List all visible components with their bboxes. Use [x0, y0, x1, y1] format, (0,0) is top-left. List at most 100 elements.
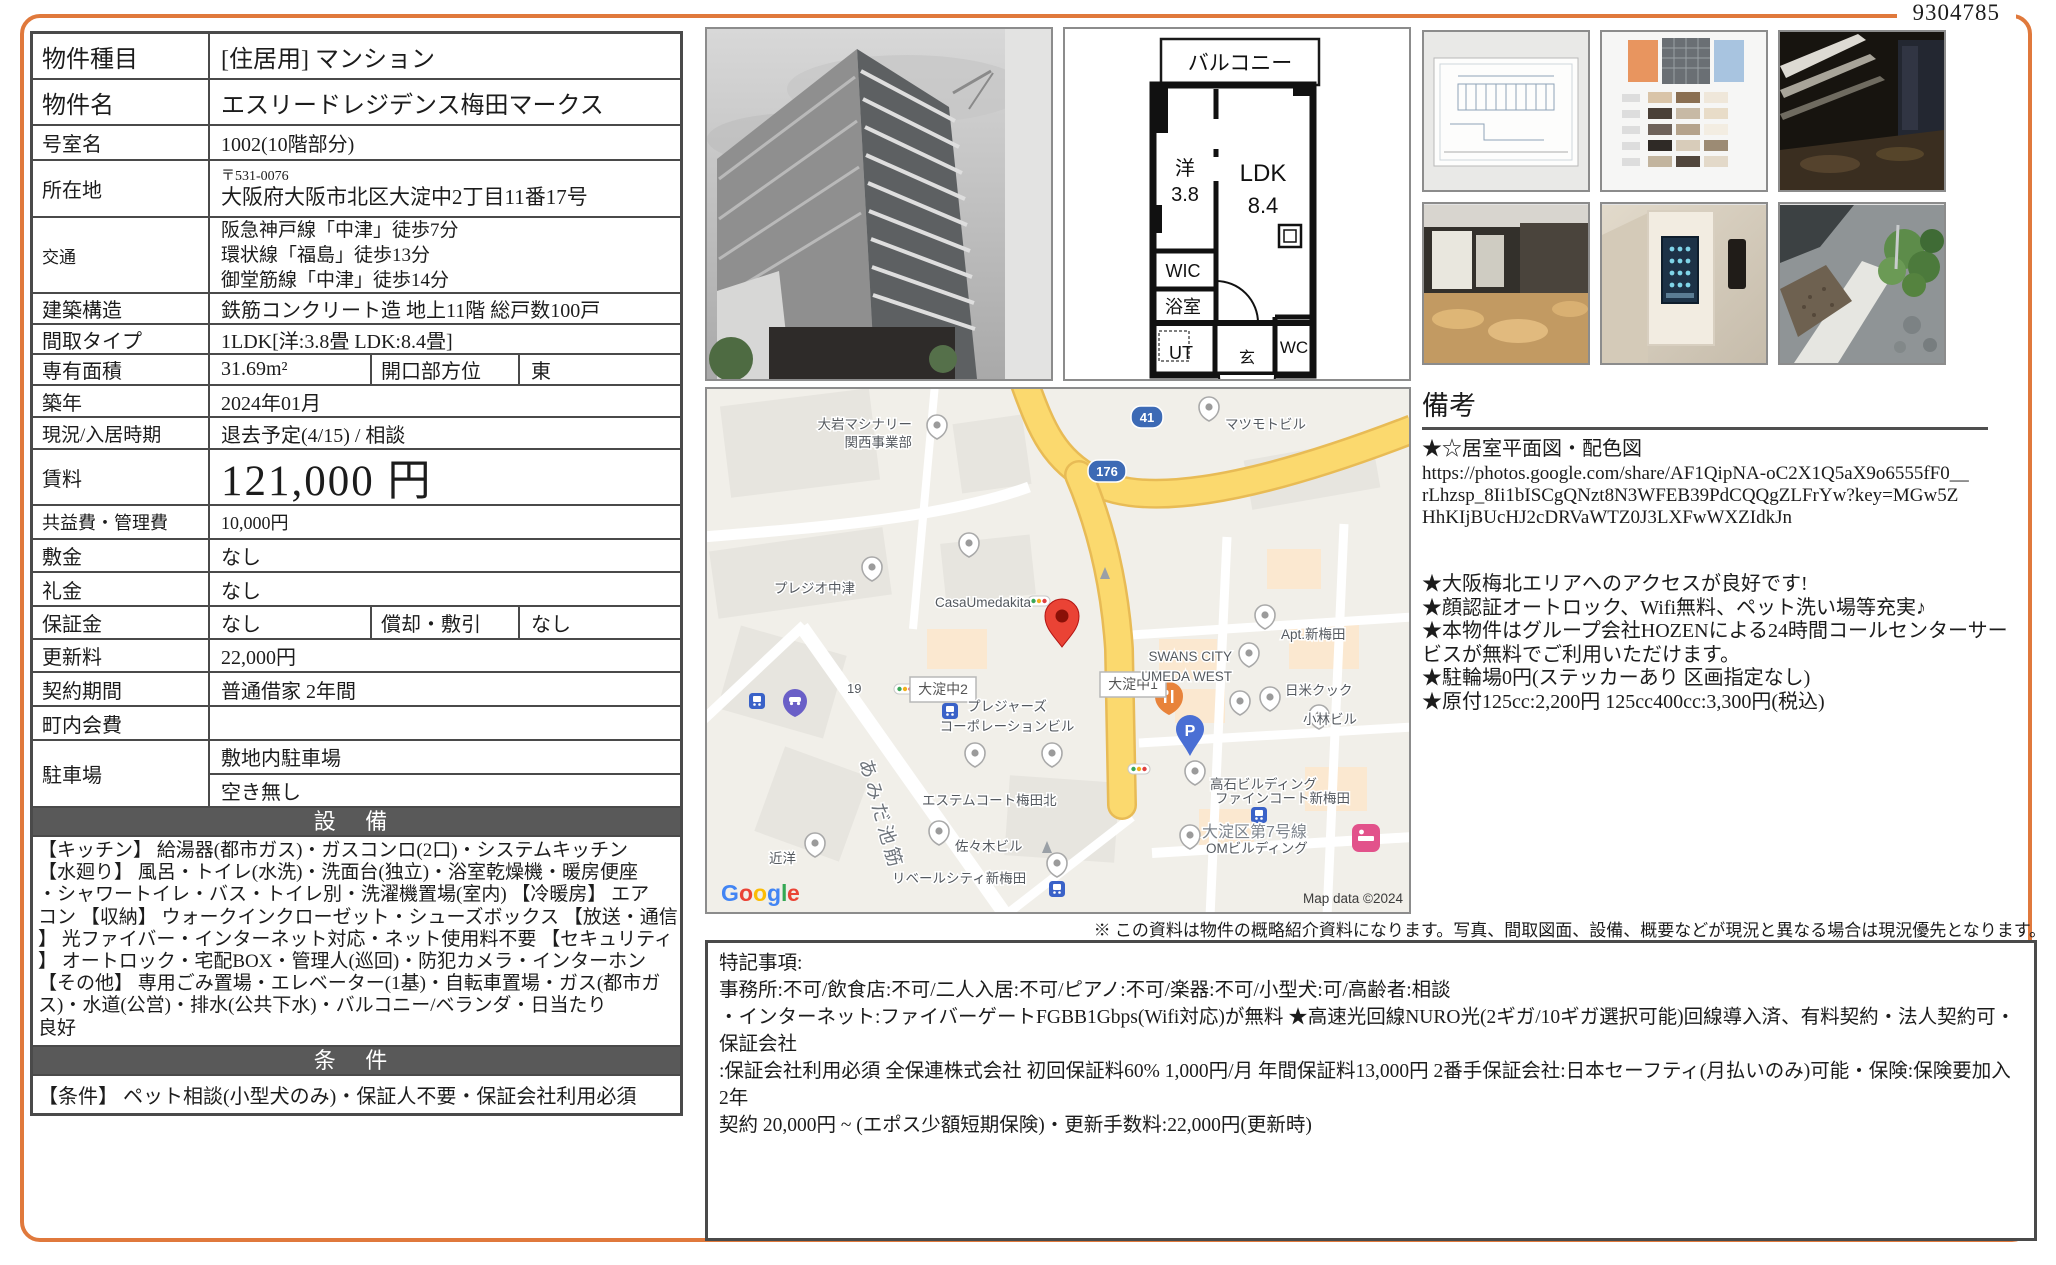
- balcony-label: バルコニー: [1188, 52, 1293, 75]
- row-label: 敷金: [33, 540, 210, 571]
- remarks-divider: [1422, 427, 1988, 430]
- property-sheet-page: 9304785 物件種目 [住居用] マンション 物件名 エスリードレジデンス梅…: [0, 0, 2056, 1265]
- map-label: マツモトビル: [1225, 417, 1306, 432]
- room-interior-photo: [1424, 205, 1588, 363]
- remarks-bullet: ★大阪梅北エリアへのアクセスが良好です!: [1422, 573, 2014, 597]
- remarks-line: ★☆居室平面図・配色図: [1422, 438, 2014, 461]
- row-value: 22,000円: [210, 640, 680, 671]
- row-value: 敷地内駐車場 空き無し: [210, 741, 680, 806]
- row-value: 31.69m²: [210, 355, 370, 384]
- special-notes-line: 事務所:不可/飲食店:不可/二人入居:不可/ピアノ:不可/楽器:不可/小型犬:可…: [719, 977, 2023, 1004]
- row-value: 東: [520, 355, 680, 384]
- color-scheme-chart-photo: [1602, 32, 1766, 190]
- row-label: 開口部方位: [370, 355, 520, 384]
- table-row: 更新料 22,000円: [33, 640, 680, 673]
- room-size: 3.8: [1171, 184, 1199, 206]
- row-label: 賃料: [33, 450, 210, 504]
- map-label: 日米クック: [1285, 683, 1353, 698]
- google-map: P 41 176 大淀中2: [707, 389, 1409, 912]
- map-label: 佐々木ビル: [955, 839, 1023, 854]
- ut-label: UT: [1169, 343, 1193, 363]
- rent-value: 121,000 円: [210, 450, 680, 504]
- thumbnail-color-chart: [1600, 30, 1768, 192]
- row-label: 現況/入居時期: [33, 418, 210, 448]
- row-label: 共益費・管理費: [33, 506, 210, 538]
- parking-availability: 空き無し: [210, 775, 680, 807]
- svg-text:P: P: [1185, 723, 1196, 740]
- transit-line: 環状線「福島」徒歩13分: [221, 243, 430, 268]
- wic-label: WIC: [1166, 261, 1201, 281]
- svg-text:G: G: [721, 880, 739, 906]
- table-row: 建築構造 鉄筋コンクリート造 地上11階 総戸数100戸: [33, 294, 680, 325]
- map-label: コーポレーションビル: [940, 719, 1075, 734]
- hotel-icon: [1352, 824, 1380, 852]
- row-label: 町内会費: [33, 707, 210, 739]
- row-value: 阪急神戸線「中津」徒歩7分 環状線「福島」徒歩13分 御堂筋線「中津」徒歩14分: [210, 218, 680, 292]
- row-label: 駐車場: [33, 741, 210, 806]
- row-label: 礼金: [33, 573, 210, 605]
- google-logo: G o o g l e: [721, 880, 800, 906]
- table-row: 町内会費: [33, 707, 680, 741]
- wc-label: WC: [1280, 338, 1308, 357]
- table-row: 保証金 なし 償却・敷引 なし: [33, 607, 680, 640]
- exterior-planter-photo: [1780, 205, 1944, 363]
- svg-text:176: 176: [1096, 464, 1118, 479]
- row-value: 退去予定(4/15) / 相談: [210, 418, 680, 448]
- remarks-bullet: ★原付125cc:2,200円 125cc400cc:3,300円(税込): [1422, 691, 2014, 715]
- floorplan-box: バルコニー 洋 3.8 LDK 8.4 WIC 浴室 UT: [1063, 27, 1411, 381]
- table-row: 物件名 エスリードレジデンス梅田マークス: [33, 80, 680, 126]
- property-table: 物件種目 [住居用] マンション 物件名 エスリードレジデンス梅田マークス 号室…: [30, 31, 683, 1116]
- row-value: エスリードレジデンス梅田マークス: [210, 80, 680, 124]
- row-label: 契約期間: [33, 673, 210, 705]
- row-value: なし: [520, 607, 680, 638]
- row-label: 保証金: [33, 607, 210, 638]
- special-notes-line: :保証会社利用必須 全保連株式会社 初回保証料60% 1,000円/月 年間保証…: [719, 1058, 2023, 1112]
- transit-line: 御堂筋線「中津」徒歩14分: [221, 268, 449, 293]
- row-value: [210, 707, 680, 739]
- map-label: プレジャーズ: [967, 699, 1047, 714]
- row-label: 建築構造: [33, 294, 210, 323]
- table-row: 交通 阪急神戸線「中津」徒歩7分 環状線「福島」徒歩13分 御堂筋線「中津」徒歩…: [33, 218, 680, 294]
- area-label-oyodonaka2: 大淀中2: [910, 677, 976, 702]
- special-notes-title: 特記事項:: [719, 950, 2023, 977]
- row-label: 専有面積: [33, 355, 210, 384]
- map-label: ファインコート新梅田: [1215, 791, 1350, 806]
- map-label: 19: [847, 681, 861, 696]
- row-label: 償却・敷引: [370, 607, 520, 638]
- remarks-bullet: ★駐輪場0円(ステッカーあり 区画指定なし): [1422, 667, 2014, 691]
- building-photo: [707, 29, 1051, 379]
- row-value: 10,000円: [210, 506, 680, 538]
- row-value: なし: [210, 540, 680, 571]
- entrance-label: 玄: [1239, 349, 1255, 367]
- disclaimer-note: ※ この資料は物件の概略紹介資料になります。写真、間取図面、設備、概要などが現況…: [1094, 916, 2046, 941]
- row-value: 1LDK[洋:3.8畳 LDK:8.4畳]: [210, 325, 680, 353]
- table-row: 専有面積 31.69m² 開口部方位 東: [33, 355, 680, 386]
- intercom-keypad-photo: [1602, 205, 1766, 363]
- table-row: 築年 2024年01月: [33, 386, 680, 418]
- remarks-bullet: ★顔認証オートロック、Wifi無料、ペット洗い場等充実♪: [1422, 597, 2014, 621]
- route-shield-176: 176: [1088, 460, 1126, 482]
- row-label: 所在地: [33, 161, 210, 216]
- thumbnail-site-plan: [1422, 30, 1590, 192]
- row-value: なし: [210, 573, 680, 605]
- svg-text:41: 41: [1140, 410, 1154, 425]
- row-value: 1002(10階部分): [210, 126, 680, 159]
- photo-share-url[interactable]: https://photos.google.com/share/AF1QipNA…: [1422, 463, 1970, 529]
- map-label: 関西事業部: [845, 435, 913, 450]
- conditions-text: 【条件】 ペット相談(小型犬のみ)・保証人不要・保証会社利用必須: [33, 1076, 680, 1113]
- map-street-label: 大淀区第7号線: [1202, 823, 1307, 841]
- map-label: Apt.新梅田: [1281, 627, 1346, 642]
- transit-line: 阪急神戸線「中津」徒歩7分: [221, 218, 459, 243]
- postal-code: 〒531-0076: [221, 169, 289, 185]
- remarks-bullet: ★本物件はグループ会社HOZENによる24時間コールセンターサービスが無料でご利…: [1422, 620, 2014, 667]
- map-label: CasaUmedakita: [935, 595, 1032, 610]
- row-label: 物件種目: [33, 34, 210, 78]
- table-row: 間取タイプ 1LDK[洋:3.8畳 LDK:8.4畳]: [33, 325, 680, 355]
- row-value: 〒531-0076 大阪府大阪市北区大淀中2丁目11番17号: [210, 161, 680, 216]
- address: 大阪府大阪市北区大淀中2丁目11番17号: [221, 185, 588, 209]
- thumbnail-entrance-hall: [1778, 30, 1946, 192]
- map-label: 近洋: [769, 851, 796, 866]
- map-label: 大岩マシナリー: [818, 417, 913, 432]
- ldk-label: LDK: [1240, 160, 1287, 187]
- table-row: 駐車場 敷地内駐車場 空き無し: [33, 741, 680, 808]
